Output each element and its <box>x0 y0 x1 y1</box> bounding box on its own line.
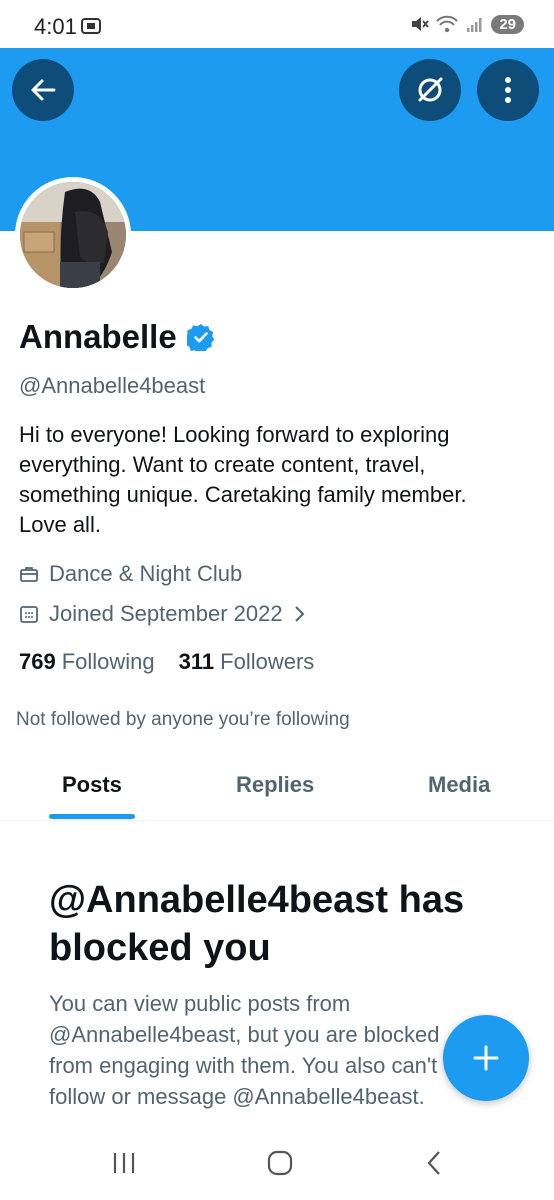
joined-label: Joined September 2022 <box>49 601 283 626</box>
not-followed-notice: Not followed by anyone you’re following <box>16 709 350 730</box>
home-button[interactable] <box>260 1148 300 1178</box>
profile-handle: @Annabelle4beast <box>19 373 206 398</box>
battery-indicator: 29 <box>491 14 524 34</box>
followers-link[interactable]: 311 Followers <box>179 649 315 675</box>
screenshot-icon <box>81 18 101 34</box>
status-icons: 29 <box>409 14 524 34</box>
tab-posts[interactable]: Posts <box>62 772 122 798</box>
active-tab-indicator <box>49 814 135 819</box>
status-bar: 4:01 29 <box>0 0 554 48</box>
briefcase-icon <box>20 567 38 582</box>
status-time: 4:01 <box>34 14 77 39</box>
blocked-body: You can view public posts from @Annabell… <box>49 991 440 1109</box>
name-row: Annabelle <box>19 318 215 356</box>
mute-icon <box>412 17 430 31</box>
avatar[interactable] <box>15 177 131 293</box>
profile-tabs: Posts Replies Media <box>0 752 554 821</box>
system-nav-bar <box>0 1120 554 1200</box>
signal-icon <box>467 18 482 32</box>
grok-icon <box>418 77 443 102</box>
system-back-button[interactable] <box>414 1148 454 1178</box>
profile-joined[interactable]: Joined September 2022 <box>19 601 307 627</box>
followers-count: 311 <box>178 649 215 674</box>
follow-counts: 769 Following 311 Followers <box>19 649 314 675</box>
chevron-right-icon <box>294 606 305 622</box>
chevron-left-icon <box>427 1151 440 1175</box>
more-vertical-icon <box>505 77 511 103</box>
arrow-left-icon <box>31 79 56 101</box>
recents-icon <box>113 1153 135 1173</box>
category-label: Dance & Night Club <box>49 561 243 586</box>
blocked-title: @Annabelle4beast has blocked you <box>49 879 465 969</box>
verified-badge-icon[interactable] <box>186 323 215 351</box>
recents-button[interactable] <box>104 1148 144 1178</box>
avatar-photo <box>20 182 126 288</box>
calendar-icon <box>20 606 38 623</box>
following-label: Following <box>61 649 155 674</box>
tab-media[interactable]: Media <box>428 772 490 798</box>
home-icon <box>267 1150 293 1176</box>
profile-bio: Hi to everyone! Looking forward to explo… <box>19 422 467 537</box>
compose-button[interactable] <box>443 1015 529 1101</box>
following-link[interactable]: 769 Following <box>19 649 155 675</box>
followers-label: Followers <box>220 649 315 674</box>
grok-button[interactable] <box>399 59 461 121</box>
plus-icon <box>473 1045 499 1071</box>
tab-replies[interactable]: Replies <box>236 772 314 798</box>
wifi-icon <box>436 15 459 33</box>
display-name: Annabelle <box>19 318 177 355</box>
more-options-button[interactable] <box>477 59 539 121</box>
back-button[interactable] <box>12 59 74 121</box>
profile-category: Dance & Night Club <box>19 561 242 587</box>
following-count: 769 <box>19 649 56 674</box>
